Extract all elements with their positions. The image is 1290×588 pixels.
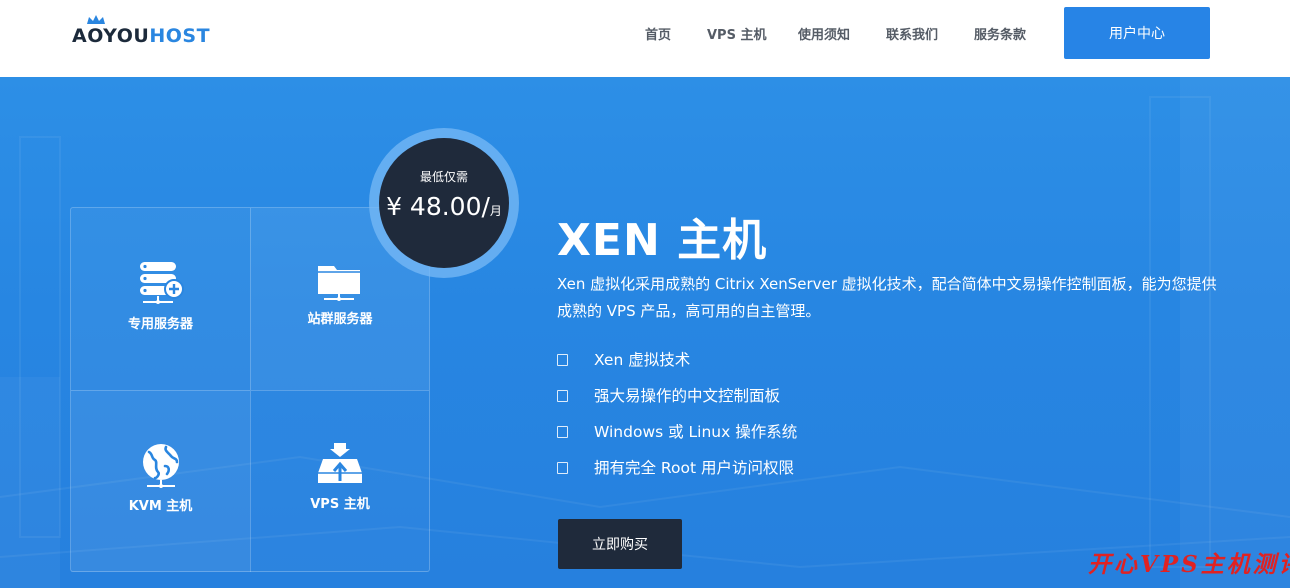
- dedicated-server-icon: [139, 262, 184, 304]
- watermark: 开心VPS主机测评: [1088, 551, 1290, 578]
- nav-item-home[interactable]: 首页: [645, 24, 671, 43]
- nav-item-contact[interactable]: 联系我们: [886, 24, 938, 43]
- tile-dedicated-server-label: 专用服务器: [127, 317, 193, 332]
- price-unit: 月: [489, 204, 502, 218]
- logo-text-aoyou: AOYOU: [72, 25, 150, 47]
- feature-text: 强大易操作的中文控制面板: [594, 387, 781, 405]
- feature-text: Xen 虚拟技术: [594, 351, 691, 369]
- buy-now-button[interactable]: 立即购买: [558, 519, 682, 569]
- product-grid: 专用服务器 站群服务器 KVM 主机 VPS 主机: [70, 207, 430, 572]
- price-badge: 最低仅需 ¥ 48.00/月: [379, 138, 509, 268]
- tile-dedicated-server[interactable]: 专用服务器: [71, 208, 250, 390]
- tile-vps-host[interactable]: VPS 主机: [250, 390, 429, 572]
- feature-text: 拥有完全 Root 用户访问权限: [594, 459, 794, 477]
- folder-server-icon: [318, 266, 360, 301]
- user-center-button[interactable]: 用户中心: [1064, 7, 1210, 59]
- globe-icon: [142, 444, 179, 488]
- price-badge-price: ¥ 48.00/月: [379, 192, 509, 221]
- check-box-icon: [557, 426, 568, 438]
- tile-cluster-server-label: 站群服务器: [307, 312, 373, 327]
- check-box-icon: [557, 462, 568, 474]
- tile-kvm-host-label: KVM 主机: [128, 499, 193, 514]
- nav-item-terms[interactable]: 服务条款: [974, 24, 1026, 43]
- site-logo[interactable]: AOYOU HOST: [72, 15, 211, 48]
- price-badge-caption: 最低仅需: [419, 170, 468, 184]
- logo-text-host: HOST: [149, 25, 211, 47]
- check-box-icon: [557, 354, 568, 366]
- feature-text: Windows 或 Linux 操作系统: [594, 423, 798, 441]
- site-header: AOYOU HOST 首页 VPS 主机 使用须知 联系我们 服务条款 用户中心: [0, 0, 1290, 77]
- upload-drive-icon: [318, 443, 362, 483]
- hero-section: 专用服务器 站群服务器 KVM 主机 VPS 主机 最低仅需 ¥ 48.00/月…: [0, 77, 1290, 588]
- nav-item-notice[interactable]: 使用须知: [798, 24, 850, 43]
- check-box-icon: [557, 390, 568, 402]
- price-value: ¥ 48.00/: [386, 192, 490, 221]
- tile-vps-host-label: VPS 主机: [310, 497, 370, 512]
- nav-item-vps[interactable]: VPS 主机: [707, 24, 766, 43]
- page-title: XEN 主机: [557, 215, 768, 266]
- tile-kvm-host[interactable]: KVM 主机: [71, 390, 250, 572]
- hero-description: Xen 虚拟化采用成熟的 Citrix XenServer 虚拟化技术，配合简体…: [557, 275, 1217, 320]
- crown-icon: [87, 15, 105, 24]
